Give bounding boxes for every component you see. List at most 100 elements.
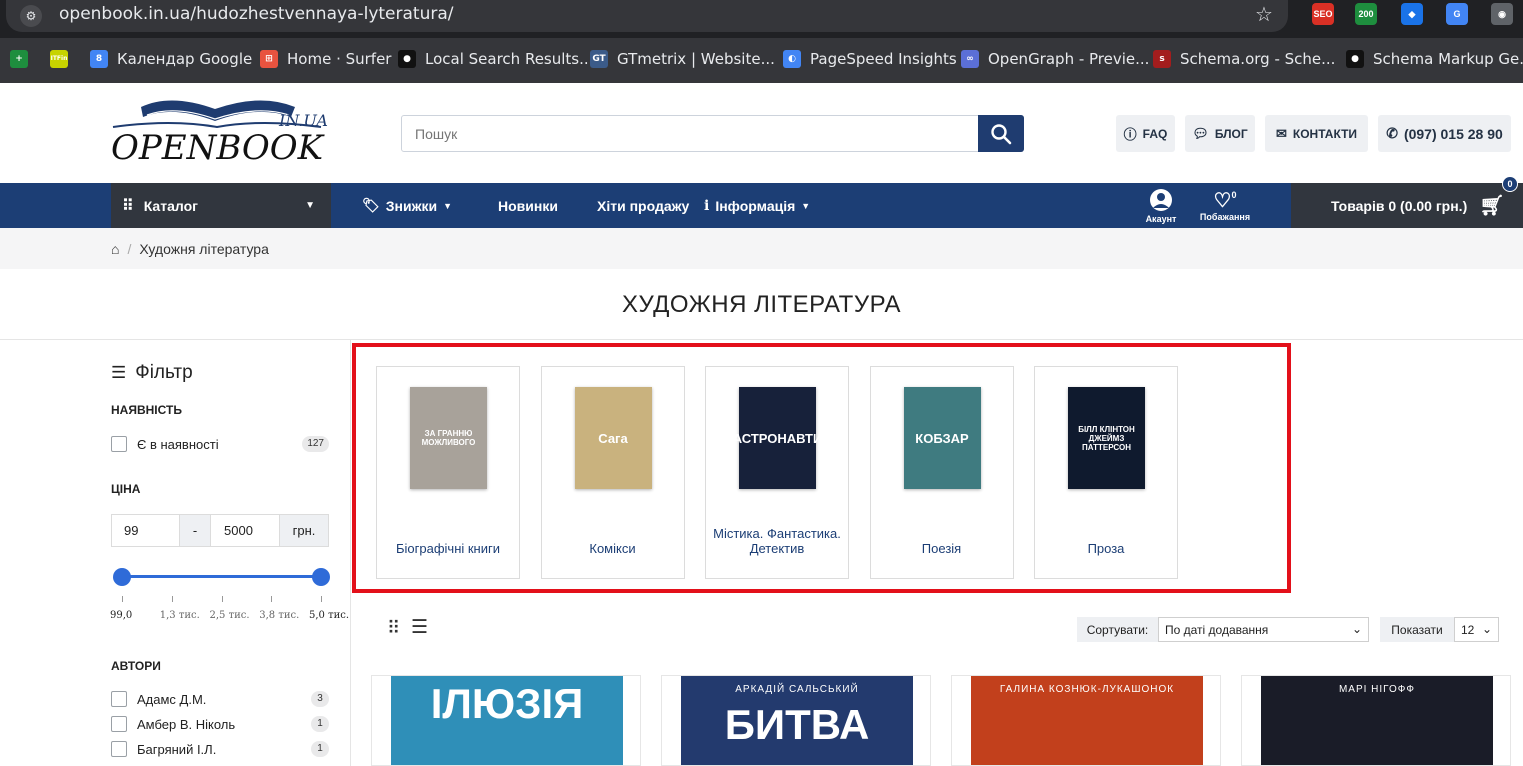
category-cover-image[interactable]: Сага [574,387,652,489]
product-card[interactable]: ІЛЮЗІЯ [371,675,641,766]
breadcrumb-current: Художня література [139,240,269,257]
cart-count-badge: 0 [1502,176,1518,192]
nav-new[interactable]: Новинки [498,183,558,228]
price-max-input[interactable]: 5000 [210,514,280,547]
bookmark-label: GTmetrix | Website... [617,50,775,68]
cover-title: АСТРОНАВТИ [732,430,823,446]
bookmark-item[interactable]: ◐ PageSpeed Insights [783,48,957,70]
show-count-select[interactable]: 12 ⌄ [1454,617,1499,642]
category-label[interactable]: Поезія [875,541,1009,556]
count-badge: 127 [302,436,329,452]
author-option[interactable]: Амбер В. Ніколь 1 [111,714,329,734]
category-cover-image[interactable]: БІЛЛ КЛІНТОН ДЖЕЙМЗ ПАТТЕРСОН [1068,387,1145,489]
checkbox[interactable] [111,691,127,707]
status-ext-icon[interactable]: 200 [1355,3,1377,25]
slider-tick [321,596,322,602]
slider-tick-label: 1,3 тис. [159,610,200,621]
category-card[interactable]: БІЛЛ КЛІНТОН ДЖЕЙМЗ ПАТТЕРСОН Проза [1034,366,1178,579]
wishlist-link[interactable]: ♡ 0 Побажання [1197,183,1253,228]
author-option[interactable]: Адамс Д.М. 3 [111,689,329,709]
bookmark-item[interactable]: 8 Календар Google [90,48,252,70]
contacts-button[interactable]: ✉ КОНТАКТИ [1265,115,1368,152]
product-cover-image[interactable]: АРКАДІЙ САЛЬСЬКИЙ БИТВА [681,676,913,765]
in-stock-option[interactable]: Є в наявності 127 [111,434,329,454]
question-icon: ⓘ [1123,127,1137,142]
home-icon[interactable]: ⌂ [111,241,119,257]
category-label[interactable]: Містика. Фантастика. Детектив [710,526,844,556]
count-badge: 1 [311,741,329,757]
cover-author: МАРІ НІГОФФ [1338,684,1416,695]
product-card[interactable]: МАРІ НІГОФФ [1241,675,1511,766]
cover-author: АРКАДІЙ САЛЬСЬКИЙ [735,684,859,695]
sort-label: Сортувати: [1077,617,1158,642]
seo-ext-icon[interactable]: SEO [1312,3,1334,25]
bookmark-item[interactable]: GT GTmetrix | Website... [590,48,775,70]
category-cover-image[interactable]: КОБЗАР [903,387,981,489]
tag-ext-icon[interactable]: ◆ [1401,3,1423,25]
nav-discounts[interactable]: 🏷︎ Знижки ▼ [362,183,452,228]
translate-ext-icon[interactable]: G [1446,3,1468,25]
site-settings-icon[interactable]: ⚙ [20,5,42,27]
blog-button[interactable]: 💬︎ БЛОГ [1185,115,1255,152]
sliders-icon: ☰ [111,363,127,382]
bookmark-item[interactable]: + [10,48,28,70]
account-link[interactable]: Акаунт [1144,183,1178,228]
cover-title: БИТВА [724,701,870,748]
bookmark-item[interactable]: ITFin [50,48,68,70]
price-slider-min-handle[interactable] [113,568,131,586]
category-card[interactable]: АСТРОНАВТИ Містика. Фантастика. Детектив [705,366,849,579]
category-label[interactable]: Біографічні книги [381,541,515,556]
bookmark-label: PageSpeed Insights [810,50,957,68]
product-card[interactable]: АРКАДІЙ САЛЬСЬКИЙ БИТВА [661,675,931,766]
bookmark-star-icon[interactable]: ☆ [1255,2,1273,27]
category-card[interactable]: КОБЗАР Поезія [869,366,1014,579]
bookmark-item[interactable]: ⊞ Home · Surfer [260,48,391,70]
search-button[interactable] [978,115,1024,152]
category-card[interactable]: ЗА ГРАННЮ МОЖЛИВОГО Біографічні книги [376,366,520,579]
category-label[interactable]: Комікси [546,541,680,556]
category-cover-image[interactable]: ЗА ГРАННЮ МОЖЛИВОГО [410,387,487,489]
cart-button[interactable]: Товарів 0 (0.00 грн.) 🛒︎ 0 [1291,176,1523,228]
nav-info[interactable]: i Інформація ▼ [704,183,810,228]
product-card[interactable]: ГАЛИНА КОЗНЮК-ЛУКАШОНОК [951,675,1221,766]
caret-down-icon: ▼ [443,200,453,211]
cart-icon: 🛒︎ [1479,195,1505,217]
cover-title: КОБЗАР [915,430,969,446]
category-cover-image[interactable]: АСТРОНАВТИ [733,387,822,489]
checkbox[interactable] [111,741,127,757]
bookmark-item[interactable]: s Schema.org - Sche... [1153,48,1335,70]
category-label[interactable]: Проза [1039,541,1173,556]
grid-view-icon[interactable]: ⠿ [387,618,400,639]
openbook-logo[interactable]: IN.UA OPENBOOK [111,97,333,169]
product-cover-image[interactable]: ГАЛИНА КОЗНЮК-ЛУКАШОНОК [971,676,1203,765]
authors-heading: АВТОРИ [111,659,161,673]
product-cover-image[interactable]: МАРІ НІГОФФ [1261,676,1493,765]
mail-icon: ✉ [1275,125,1287,141]
author-option[interactable]: Багряний І.Л. 1 [111,739,329,759]
bookmark-item[interactable]: ● Schema Markup Ge... [1346,48,1523,70]
price-min-input[interactable]: 99 [111,514,180,547]
author-name: Адамс Д.М. [137,691,207,707]
cover-title: ІЛЮЗІЯ [430,680,584,727]
camera-ext-icon[interactable]: ◉ [1491,3,1513,25]
sort-select[interactable]: По даті додавання ⌄ [1158,617,1369,642]
cover-title: Сага [598,430,628,446]
bookmark-item[interactable]: ∞ OpenGraph - Previe... [961,48,1149,70]
nav-bestsellers[interactable]: Хіти продажу [597,183,689,228]
bookmark-item[interactable]: ● Local Search Results... [398,48,593,70]
slider-tick-label: 5,0 тис. [309,610,350,621]
price-slider-max-handle[interactable] [312,568,330,586]
search-input[interactable] [402,116,979,151]
info-icon: i [704,197,710,214]
price-slider-track [122,575,321,578]
catalog-button[interactable]: ⠿ Каталог ▼ [111,183,331,228]
url-text[interactable]: openbook.in.ua/hudozhestvennaya-lyteratu… [59,3,454,25]
faq-button[interactable]: ⓘ FAQ [1116,115,1175,152]
category-card[interactable]: Сага Комікси [540,366,685,579]
checkbox[interactable] [111,716,127,732]
list-view-icon[interactable]: ☰ [411,616,428,639]
phone-button[interactable]: ✆ (097) 015 28 90 [1378,115,1511,152]
product-cover-image[interactable]: ІЛЮЗІЯ [391,676,623,765]
url-field[interactable]: ⚙ openbook.in.ua/hudozhestvennaya-lytera… [6,0,1288,32]
checkbox[interactable] [111,436,127,452]
